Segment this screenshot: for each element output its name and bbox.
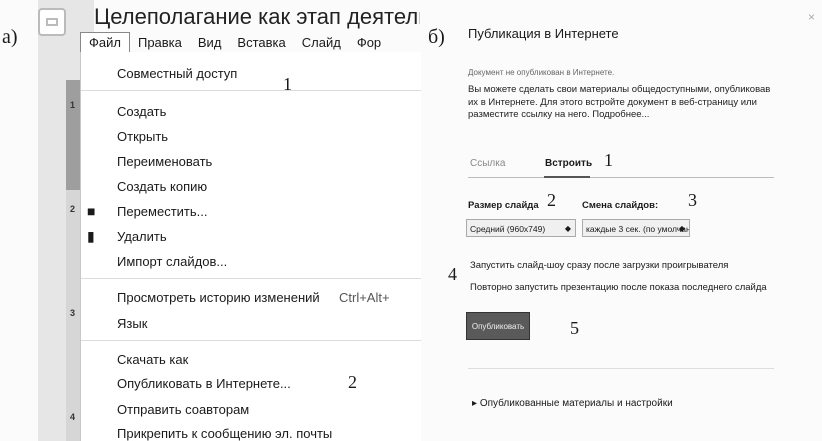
slide-change-value: каждые 3 сек. (по умолчан — [586, 224, 690, 234]
dialog-divider — [468, 368, 774, 369]
close-icon[interactable]: × — [808, 10, 815, 24]
option-loop[interactable]: Повторно запустить презентацию после пок… — [470, 282, 767, 293]
slide-change-select[interactable]: каждые 3 сек. (по умолчан ◆ — [582, 219, 690, 237]
menu-insert[interactable]: Вставка — [229, 33, 293, 52]
slide-number: 3 — [70, 308, 76, 318]
tab-link[interactable]: Ссылка — [470, 158, 505, 169]
callout-b-4: 4 — [448, 264, 457, 284]
file-menu-dropdown: Совместный доступ Создать Открыть Переим… — [80, 52, 421, 441]
panel-a-label: а) — [2, 26, 18, 48]
select-arrows-icon: ◆ — [678, 224, 685, 233]
history-shortcut: Ctrl+Alt+ — [339, 290, 390, 305]
callout-b-1: 1 — [604, 150, 613, 170]
active-tab-indicator — [544, 176, 590, 178]
menu-view[interactable]: Вид — [190, 33, 230, 52]
publish-button[interactable]: Опубликовать — [466, 312, 530, 340]
menu-item-publish[interactable]: Опубликовать в Интернете... — [117, 376, 291, 391]
menu-edit[interactable]: Правка — [130, 33, 190, 52]
menu-slide[interactable]: Слайд — [294, 33, 349, 52]
published-settings-link[interactable]: ▸ Опубликованные материалы и настройки — [472, 398, 673, 409]
menu-item-language[interactable]: Язык — [117, 316, 147, 331]
chevron-right-icon: ▸ — [472, 398, 478, 409]
callout-a-1: 1 — [283, 74, 292, 94]
slide-size-value: Средний (960x749) — [470, 224, 546, 234]
menu-item-create[interactable]: Создать — [117, 104, 166, 119]
slide-number: 4 — [70, 412, 76, 422]
trash-icon: ▮ — [87, 228, 95, 244]
menu-divider — [81, 278, 421, 279]
tab-embed[interactable]: Встроить — [545, 158, 592, 169]
panel-b-label: б) — [428, 26, 445, 48]
dialog-title: Публикация в Интернете — [468, 26, 619, 41]
published-settings-label: Опубликованные материалы и настройки — [479, 398, 673, 409]
menu-item-share[interactable]: Совместный доступ — [117, 66, 237, 81]
menu-item-send[interactable]: Отправить соавторам — [117, 402, 249, 417]
callout-b-5: 5 — [570, 318, 579, 338]
menu-item-delete[interactable]: Удалить — [117, 229, 167, 244]
menu-item-open[interactable]: Открыть — [117, 129, 168, 144]
menu-item-attach[interactable]: Прикрепить к сообщению эл. почты — [117, 426, 332, 441]
menu-item-history[interactable]: Просмотреть историю изменений — [117, 290, 320, 305]
slide-number: 2 — [70, 204, 76, 214]
select-arrows-icon: ◆ — [564, 224, 571, 233]
callout-b-2: 2 — [547, 190, 556, 210]
menu-divider — [81, 340, 421, 341]
option-autostart[interactable]: Запустить слайд-шоу сразу после загрузки… — [470, 260, 728, 271]
tab-divider — [468, 177, 774, 178]
menu-item-import[interactable]: Импорт слайдов... — [117, 254, 227, 269]
slide-change-label: Смена слайдов: — [582, 200, 659, 211]
document-title[interactable]: Целеполагание как этап деятельн — [94, 4, 420, 30]
slide-size-select[interactable]: Средний (960x749) ◆ — [466, 219, 576, 237]
slide-number: 1 — [70, 100, 76, 110]
menu-file[interactable]: Файл — [80, 32, 130, 52]
publish-description: Вы можете сделать свои материалы общедос… — [468, 84, 771, 120]
callout-b-3: 3 — [688, 190, 697, 210]
menu-item-download[interactable]: Скачать как — [117, 352, 188, 367]
menu-item-copy[interactable]: Создать копию — [117, 179, 207, 194]
menu-item-rename[interactable]: Переименовать — [117, 154, 212, 169]
slide-size-label: Размер слайда — [468, 200, 539, 211]
callout-a-2: 2 — [348, 372, 357, 392]
menu-format[interactable]: Фор — [349, 33, 389, 52]
menu-bar: Файл Правка Вид Вставка Слайд Фор — [80, 32, 420, 52]
folder-icon: ■ — [87, 203, 96, 219]
slides-logo-icon[interactable] — [38, 8, 66, 36]
publish-status: Документ не опубликован в Интернете. — [468, 68, 615, 77]
menu-divider — [81, 90, 421, 91]
menu-item-move[interactable]: Переместить... — [117, 204, 207, 219]
